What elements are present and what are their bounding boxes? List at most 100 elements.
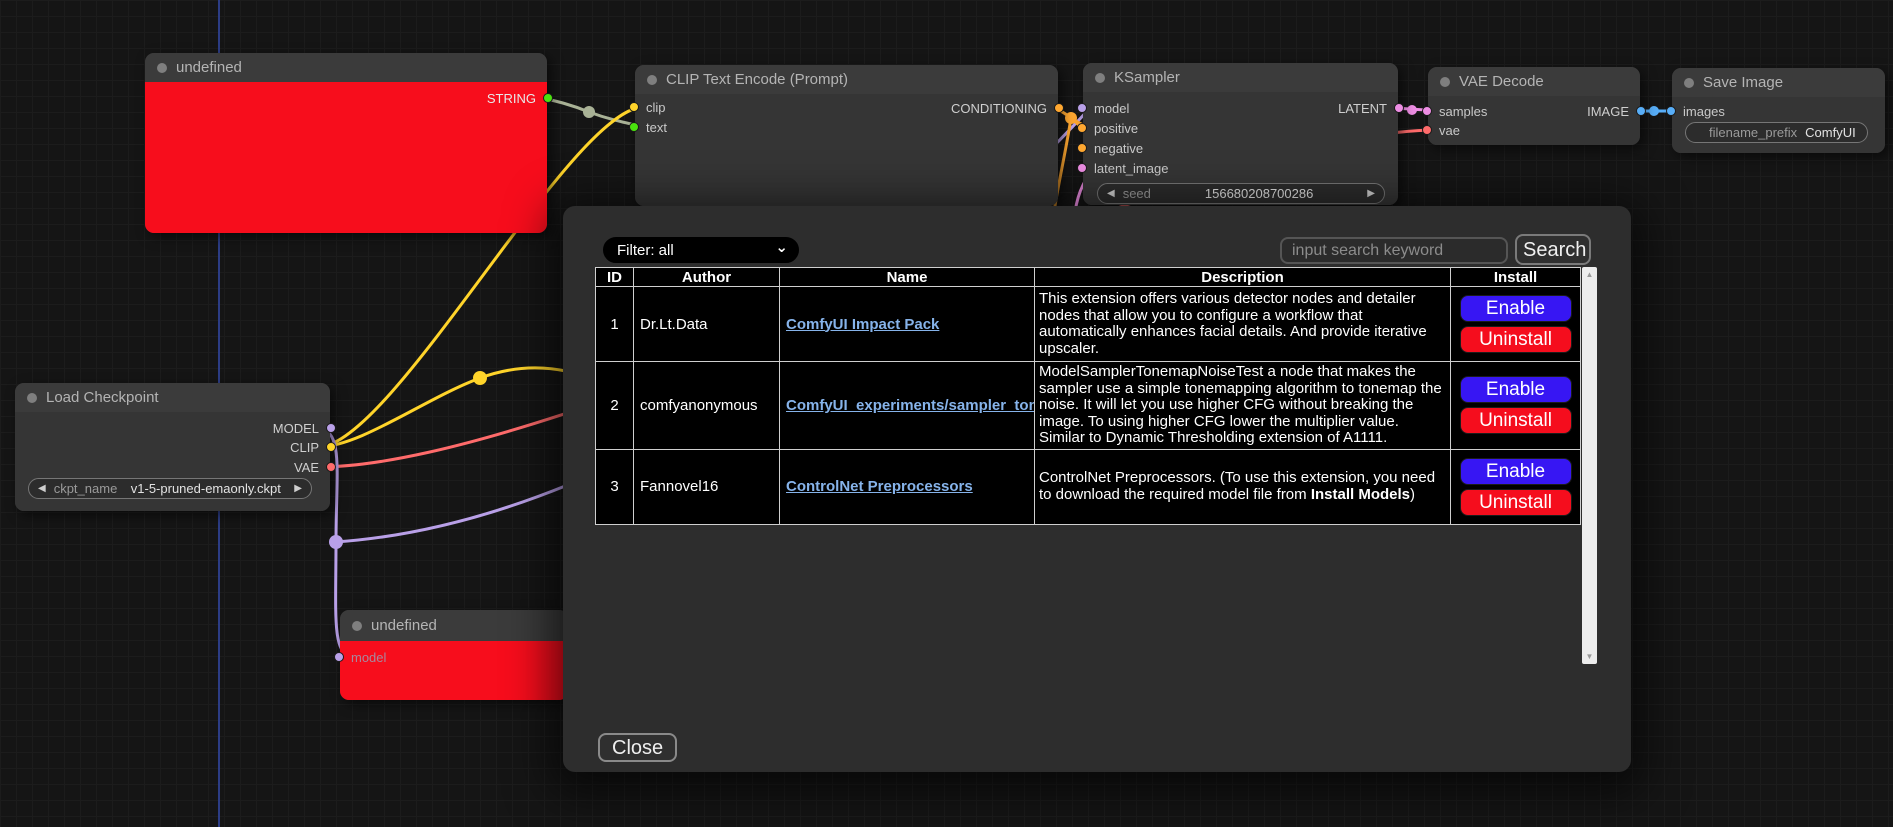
input-slot-model[interactable] <box>334 652 344 662</box>
cell-description: ControlNet Preprocessors. (To use this e… <box>1035 449 1451 524</box>
input-slot-images[interactable] <box>1666 106 1676 116</box>
cell-description: This extension offers various detector n… <box>1035 287 1451 362</box>
table-header-row: ID Author Name Description Install <box>596 268 1581 287</box>
increment-arrow-icon[interactable]: ▶ <box>294 484 302 494</box>
input-label: negative <box>1094 141 1143 156</box>
seed-widget[interactable]: ◀ seed 156680208700286 ▶ <box>1097 183 1385 204</box>
widget-value: ComfyUI <box>1805 125 1866 140</box>
header-name: Name <box>780 268 1035 287</box>
output-label: CONDITIONING <box>951 101 1047 116</box>
node-vae-decode[interactable]: VAE Decode samples vae IMAGE <box>1428 67 1640 145</box>
cell-description: ModelSamplerTonemapNoiseTest a node that… <box>1035 362 1451 450</box>
output-slot-vae[interactable] <box>326 462 336 472</box>
node-undefined-top[interactable]: undefined STRING <box>145 53 547 233</box>
uninstall-button[interactable]: Uninstall <box>1460 407 1572 434</box>
header-author: Author <box>634 268 780 287</box>
reroute-dot[interactable] <box>1407 105 1417 115</box>
reroute-dot[interactable] <box>1649 106 1659 116</box>
collapse-dot[interactable] <box>1440 77 1450 87</box>
widget-value: v1-5-pruned-emaonly.ckpt <box>125 481 286 496</box>
extensions-table-body: 1 Dr.Lt.Data ComfyUI Impact Pack This ex… <box>596 287 1581 525</box>
collapse-dot[interactable] <box>27 393 37 403</box>
reroute-dot[interactable] <box>583 106 595 118</box>
node-title: KSampler <box>1114 69 1180 86</box>
node-save-image[interactable]: Save Image images filename_prefix ComfyU… <box>1672 68 1885 153</box>
scroll-up-icon[interactable]: ▲ <box>1586 267 1594 282</box>
extension-link[interactable]: ComfyUI Impact Pack <box>786 316 939 333</box>
decrement-arrow-icon[interactable]: ◀ <box>1107 189 1115 199</box>
node-load-checkpoint[interactable]: Load Checkpoint MODEL CLIP VAE ◀ ckpt_na… <box>15 383 330 511</box>
output-label: MODEL <box>273 421 319 436</box>
cell-author: comfyanonymous <box>634 362 780 450</box>
comfyui-canvas[interactable]: undefined STRING CLIP Text Encode (Promp… <box>0 0 1893 827</box>
uninstall-button[interactable]: Uninstall <box>1460 326 1572 353</box>
output-slot-latent[interactable] <box>1394 103 1404 113</box>
input-label: vae <box>1439 123 1460 138</box>
filter-select-wrap: Filter: all ⌄ <box>603 237 799 263</box>
ckpt-name-widget[interactable]: ◀ ckpt_name v1-5-pruned-emaonly.ckpt ▶ <box>28 478 312 499</box>
node-title: Load Checkpoint <box>46 389 159 406</box>
input-slot-positive[interactable] <box>1077 123 1087 133</box>
node-title: CLIP Text Encode (Prompt) <box>666 71 848 88</box>
search-button[interactable]: Search <box>1515 234 1591 265</box>
node-title: undefined <box>176 59 242 76</box>
input-slot-samples[interactable] <box>1422 106 1432 116</box>
input-label: text <box>646 120 667 135</box>
input-label: samples <box>1439 104 1487 119</box>
extensions-table: ID Author Name Description Install 1 Dr.… <box>595 267 1581 525</box>
output-slot-image[interactable] <box>1636 106 1646 116</box>
cell-id: 3 <box>596 449 634 524</box>
enable-button[interactable]: Enable <box>1460 376 1572 403</box>
input-label: clip <box>646 100 666 115</box>
input-label: model <box>1094 101 1129 116</box>
extensions-table-wrap: ID Author Name Description Install 1 Dr.… <box>595 267 1597 664</box>
uninstall-button[interactable]: Uninstall <box>1460 489 1572 516</box>
table-row: 3 Fannovel16 ControlNet Preprocessors Co… <box>596 449 1581 524</box>
table-row: 1 Dr.Lt.Data ComfyUI Impact Pack This ex… <box>596 287 1581 362</box>
collapse-dot[interactable] <box>352 621 362 631</box>
close-button[interactable]: Close <box>598 733 677 762</box>
output-slot-string[interactable] <box>543 93 553 103</box>
reroute-dot[interactable] <box>473 371 487 385</box>
input-slot-negative[interactable] <box>1077 143 1087 153</box>
increment-arrow-icon[interactable]: ▶ <box>1367 189 1375 199</box>
cell-id: 1 <box>596 287 634 362</box>
input-slot-text[interactable] <box>629 122 639 132</box>
decrement-arrow-icon[interactable]: ◀ <box>38 484 46 494</box>
collapse-dot[interactable] <box>647 75 657 85</box>
extension-link[interactable]: ControlNet Preprocessors <box>786 478 973 495</box>
cell-id: 2 <box>596 362 634 450</box>
output-label: CLIP <box>290 440 319 455</box>
reroute-dot[interactable] <box>1065 112 1077 124</box>
widget-label: ckpt_name <box>54 481 118 496</box>
enable-button[interactable]: Enable <box>1460 295 1572 322</box>
input-slot-vae[interactable] <box>1422 125 1432 135</box>
extension-manager-dialog: Filter: all ⌄ Search ID Author Name Desc… <box>563 206 1631 772</box>
output-label: LATENT <box>1338 101 1387 116</box>
output-slot-model[interactable] <box>326 423 336 433</box>
output-slot-clip[interactable] <box>326 442 336 452</box>
collapse-dot[interactable] <box>157 63 167 73</box>
filter-select[interactable]: Filter: all <box>603 237 799 263</box>
input-slot-clip[interactable] <box>629 102 639 112</box>
node-ksampler[interactable]: KSampler model positive negative latent_… <box>1083 63 1398 205</box>
cell-install: Enable Uninstall <box>1451 449 1581 524</box>
enable-button[interactable]: Enable <box>1460 458 1572 485</box>
input-slot-latent-image[interactable] <box>1077 163 1087 173</box>
table-scrollbar[interactable]: ▲ ▼ <box>1582 267 1597 664</box>
filename-prefix-widget[interactable]: filename_prefix ComfyUI <box>1685 122 1868 143</box>
reroute-dot[interactable] <box>329 535 343 549</box>
collapse-dot[interactable] <box>1684 78 1694 88</box>
output-label: STRING <box>487 91 536 106</box>
cell-install: Enable Uninstall <box>1451 362 1581 450</box>
table-row: 2 comfyanonymous ComfyUI_experiments/sam… <box>596 362 1581 450</box>
input-slot-model[interactable] <box>1077 103 1087 113</box>
scroll-down-icon[interactable]: ▼ <box>1586 649 1594 664</box>
node-undefined-bottom[interactable]: undefined model <box>340 610 568 700</box>
output-slot-conditioning[interactable] <box>1054 103 1064 113</box>
output-label: VAE <box>294 460 319 475</box>
search-input[interactable] <box>1280 237 1508 264</box>
collapse-dot[interactable] <box>1095 73 1105 83</box>
extension-link[interactable]: ComfyUI_experiments/sampler_tonemap <box>786 397 1035 414</box>
node-clip-text-encode[interactable]: CLIP Text Encode (Prompt) clip text COND… <box>635 65 1058 206</box>
